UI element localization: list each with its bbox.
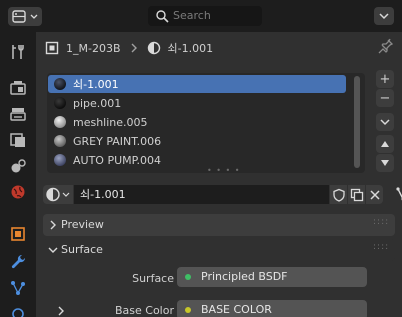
render-camera-icon — [10, 81, 26, 95]
material-preview-sphere — [54, 78, 66, 90]
base-color-selector[interactable]: BASE COLOR — [177, 300, 367, 317]
pin-icon — [378, 38, 394, 54]
chevron-right-icon — [50, 220, 56, 230]
preview-panel-header[interactable]: Preview :::: — [43, 214, 395, 236]
tab-scene[interactable] — [6, 154, 30, 178]
list-resize-grip[interactable]: • • • • — [207, 166, 241, 175]
triangle-down-icon — [381, 160, 389, 166]
material-slot-item[interactable]: AUTO PUMP.004 — [48, 151, 346, 169]
search-placeholder: Search — [173, 9, 211, 22]
chevron-down-icon — [48, 247, 58, 253]
material-slot-list[interactable]: 쇠-1.001 pipe.001 meshline.005 GREY PAINT… — [47, 73, 365, 175]
tab-object[interactable] — [6, 222, 30, 246]
expand-base-color-button[interactable] — [56, 306, 66, 316]
material-icon — [147, 41, 160, 55]
view-layer-icon — [10, 133, 25, 147]
physics-icon — [12, 308, 24, 317]
surface-shader-selector[interactable]: Principled BSDF — [177, 267, 367, 287]
fake-user-button[interactable] — [330, 185, 347, 204]
surface-panel-header[interactable]: Surface :::: — [43, 239, 395, 261]
wrench-icon — [11, 254, 26, 269]
plus-icon: + — [379, 71, 391, 87]
material-slot-item[interactable]: 쇠-1.001 — [48, 75, 346, 93]
tab-output[interactable] — [6, 102, 30, 126]
material-preview-sphere — [54, 116, 66, 128]
tab-render[interactable] — [6, 76, 30, 100]
surface-shader-label: Surface — [132, 272, 174, 285]
duplicate-icon — [350, 188, 363, 201]
unlink-material-button[interactable] — [366, 185, 383, 204]
world-icon — [11, 185, 25, 199]
panel-drag-grip[interactable]: :::: — [373, 242, 389, 252]
tab-physics[interactable] — [6, 302, 30, 317]
material-preview-sphere — [54, 154, 66, 166]
minus-icon: − — [379, 90, 391, 106]
output-printer-icon — [10, 108, 26, 121]
properties-header: Search — [0, 0, 402, 32]
material-slot-item[interactable]: GREY PAINT.006 — [48, 132, 346, 150]
tool-icon — [12, 45, 24, 59]
tab-particles[interactable] — [6, 276, 30, 300]
options-dropdown-button[interactable] — [374, 7, 394, 25]
panel-drag-grip[interactable]: :::: — [373, 217, 389, 227]
material-slot-name: GREY PAINT.006 — [73, 134, 162, 148]
tab-modifiers[interactable] — [6, 250, 30, 274]
breadcrumb-object-name: 1_M-203B — [66, 41, 121, 55]
properties-tab-strip — [0, 32, 36, 317]
move-slot-up-button[interactable] — [376, 135, 394, 153]
color-socket-icon — [185, 307, 191, 313]
particles-icon — [11, 281, 25, 295]
shader-socket-icon — [185, 274, 191, 280]
material-slot-name: pipe.001 — [73, 96, 122, 110]
duplicate-material-button[interactable] — [348, 185, 365, 204]
move-slot-down-button[interactable] — [376, 154, 394, 172]
material-sphere-icon — [46, 187, 70, 202]
remove-material-slot-button[interactable]: − — [376, 89, 394, 107]
surface-panel-title: Surface — [61, 243, 103, 256]
scene-icon — [11, 159, 26, 173]
material-slot-name: 쇠-1.001 — [73, 78, 119, 91]
chevron-right-icon — [131, 43, 137, 53]
material-preview-sphere — [54, 97, 66, 109]
base-color-label: Base Color — [114, 304, 174, 317]
node-tree-icon — [396, 187, 402, 201]
close-icon — [369, 189, 380, 200]
material-preview-sphere — [54, 135, 66, 147]
preview-panel-title: Preview — [61, 218, 104, 231]
material-slot-name: AUTO PUMP.004 — [73, 153, 162, 167]
material-specials-button[interactable] — [376, 113, 394, 131]
triangle-up-icon — [381, 141, 389, 147]
object-icon — [11, 227, 25, 241]
base-color-value: BASE COLOR — [201, 303, 272, 316]
material-name-field[interactable]: 쇠-1.001 — [74, 185, 329, 204]
pin-button[interactable] — [378, 38, 394, 57]
material-slot-item[interactable]: pipe.001 — [48, 94, 346, 112]
breadcrumb-material-name: 쇠-1.001 — [167, 42, 214, 55]
tab-view-layer[interactable] — [6, 128, 30, 152]
breadcrumb: 1_M-203B 쇠-1.001 — [45, 40, 213, 56]
node-tree-options-button[interactable] — [396, 185, 402, 204]
editor-type-button[interactable] — [8, 7, 42, 26]
tab-tool[interactable] — [6, 40, 30, 64]
surface-shader-value: Principled BSDF — [201, 270, 288, 283]
chevron-down-icon — [379, 13, 389, 20]
add-material-slot-button[interactable]: + — [376, 70, 394, 88]
shield-icon — [332, 188, 345, 202]
browse-material-button[interactable] — [43, 185, 73, 204]
search-icon — [156, 10, 169, 23]
properties-editor-icon — [12, 10, 38, 23]
material-slot-name: meshline.005 — [73, 115, 148, 129]
chevron-down-icon — [380, 119, 390, 126]
tab-world[interactable] — [6, 180, 30, 204]
material-properties: 1_M-203B 쇠-1.001 쇠-1.001 pipe.001 meshli… — [36, 32, 402, 317]
object-icon — [45, 41, 59, 55]
search-input[interactable]: Search — [148, 6, 262, 26]
material-slot-item[interactable]: meshline.005 — [48, 113, 346, 131]
slot-list-scrollbar[interactable] — [354, 76, 360, 168]
